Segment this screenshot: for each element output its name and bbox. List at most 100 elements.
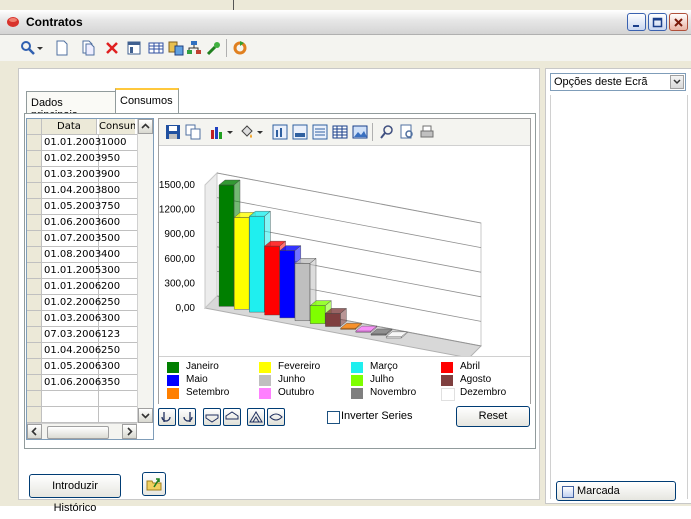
table-row[interactable]: 01.02.2006 250 bbox=[27, 295, 137, 311]
marcada-button[interactable]: Marcada bbox=[556, 481, 676, 501]
table-row[interactable]: 07.03.2006 123 bbox=[27, 327, 137, 343]
scroll-up-button[interactable] bbox=[138, 119, 153, 134]
table-row[interactable]: 01.01.2005 300 bbox=[27, 263, 137, 279]
scroll-right-button[interactable] bbox=[122, 424, 137, 439]
table-row[interactable]: 01.02.2003 950 bbox=[27, 151, 137, 167]
rotate-right-button[interactable] bbox=[178, 408, 196, 426]
cell-consumo[interactable]: 500 bbox=[99, 231, 135, 246]
maximize-button[interactable] bbox=[648, 13, 667, 31]
scroll-down-button[interactable] bbox=[138, 408, 153, 423]
cell-consumo[interactable]: 300 bbox=[99, 359, 135, 374]
cell-data[interactable] bbox=[42, 407, 99, 422]
row-selector[interactable] bbox=[27, 375, 42, 390]
new-document-icon[interactable] bbox=[54, 40, 70, 56]
cell-data[interactable]: 01.04.2003 bbox=[42, 183, 101, 198]
title-bar[interactable]: Contratos bbox=[0, 10, 691, 35]
cell-consumo[interactable]: 300 bbox=[99, 311, 135, 326]
row-selector[interactable] bbox=[27, 343, 42, 358]
column-header-consumo[interactable]: Consumo bbox=[99, 119, 135, 134]
cell-data[interactable]: 01.05.2003 bbox=[42, 199, 101, 214]
row-selector[interactable] bbox=[27, 247, 42, 262]
tilt-up-button[interactable] bbox=[223, 408, 241, 426]
table-row[interactable]: 01.03.2006 300 bbox=[27, 311, 137, 327]
scroll-thumb[interactable] bbox=[47, 426, 109, 439]
cell-data[interactable]: 01.05.2006 bbox=[42, 359, 101, 374]
open-button[interactable] bbox=[142, 472, 166, 496]
cell-data[interactable]: 01.08.2003 bbox=[42, 247, 101, 262]
row-selector[interactable] bbox=[27, 215, 42, 230]
view-icon-2[interactable] bbox=[292, 124, 308, 140]
row-selector[interactable] bbox=[27, 311, 42, 326]
delete-icon[interactable] bbox=[104, 40, 120, 56]
table-row[interactable]: 01.07.2003 500 bbox=[27, 231, 137, 247]
perspective-up-button[interactable] bbox=[247, 408, 265, 426]
row-selector[interactable] bbox=[27, 183, 42, 198]
cell-consumo[interactable]: 600 bbox=[99, 215, 135, 230]
cell-consumo[interactable]: 300 bbox=[99, 263, 135, 278]
cell-data[interactable]: 01.02.2006 bbox=[42, 295, 101, 310]
table-row[interactable]: 01.05.2006 300 bbox=[27, 359, 137, 375]
view-icon-1[interactable] bbox=[272, 124, 288, 140]
copy-document-icon[interactable] bbox=[80, 40, 96, 56]
cell-data[interactable]: 01.03.2003 bbox=[42, 167, 101, 182]
row-selector[interactable] bbox=[27, 263, 42, 278]
search-icon[interactable] bbox=[20, 40, 36, 56]
table-row[interactable]: 01.08.2003 400 bbox=[27, 247, 137, 263]
grid-horizontal-scrollbar[interactable] bbox=[27, 423, 137, 439]
introduzir-historico-button[interactable]: Introduzir Histórico bbox=[29, 474, 121, 514]
print-icon[interactable] bbox=[419, 124, 435, 140]
table-row[interactable]: 01.01.2006 200 bbox=[27, 279, 137, 295]
row-selector[interactable] bbox=[27, 407, 42, 422]
refresh-icon[interactable] bbox=[232, 40, 248, 56]
cell-consumo[interactable]: 400 bbox=[99, 247, 135, 262]
grid-vertical-scrollbar[interactable] bbox=[137, 119, 153, 423]
zoom-icon[interactable] bbox=[379, 124, 395, 140]
row-selector[interactable] bbox=[27, 279, 42, 294]
row-selector[interactable] bbox=[27, 359, 42, 374]
table-row[interactable]: 01.06.2006 350 bbox=[27, 375, 137, 391]
consumos-grid[interactable]: DataConsumo01.01.2003100001.02.200395001… bbox=[26, 118, 154, 440]
cell-consumo[interactable]: 900 bbox=[99, 167, 135, 182]
table-row[interactable]: 01.04.2003 800 bbox=[27, 183, 137, 199]
image-icon[interactable] bbox=[352, 124, 368, 140]
table-row[interactable]: 01.05.2003 750 bbox=[27, 199, 137, 215]
paint-icon[interactable] bbox=[239, 124, 255, 140]
properties-icon[interactable] bbox=[126, 40, 142, 56]
minimize-button[interactable] bbox=[627, 13, 646, 31]
save-icon[interactable] bbox=[165, 124, 181, 140]
tools-icon[interactable] bbox=[206, 40, 222, 56]
cell-data[interactable]: 01.04.2006 bbox=[42, 343, 101, 358]
cell-consumo[interactable] bbox=[99, 391, 135, 406]
data-table-icon[interactable] bbox=[332, 124, 348, 140]
tab-dados-principais[interactable]: Dados principais bbox=[26, 91, 116, 121]
print-preview-icon[interactable] bbox=[399, 124, 415, 140]
cell-data[interactable]: 01.06.2003 bbox=[42, 215, 101, 230]
cell-consumo[interactable]: 200 bbox=[99, 279, 135, 294]
cell-data[interactable]: 01.01.2005 bbox=[42, 263, 101, 278]
view-icon-3[interactable] bbox=[312, 124, 328, 140]
cell-consumo[interactable]: 250 bbox=[99, 343, 135, 358]
cell-consumo[interactable]: 123 bbox=[99, 327, 135, 342]
cell-data[interactable]: 01.03.2006 bbox=[42, 311, 101, 326]
close-button[interactable] bbox=[669, 13, 688, 31]
column-header-data[interactable]: Data bbox=[42, 119, 97, 134]
cell-consumo[interactable]: 750 bbox=[99, 199, 135, 214]
chart-type-icon[interactable] bbox=[209, 124, 225, 140]
cell-data[interactable]: 01.06.2006 bbox=[42, 375, 101, 390]
cell-data[interactable]: 07.03.2006 bbox=[42, 327, 101, 342]
reset-button[interactable]: Reset bbox=[456, 406, 530, 427]
rotate-left-button[interactable] bbox=[158, 408, 176, 426]
tilt-down-button[interactable] bbox=[203, 408, 221, 426]
chart-type-dropdown-icon[interactable] bbox=[226, 124, 234, 140]
opcoes-select[interactable]: Opções deste Ecrã bbox=[550, 73, 686, 91]
table-icon[interactable] bbox=[148, 40, 164, 56]
table-row[interactable]: 01.01.2003 1000 bbox=[27, 135, 137, 151]
row-selector[interactable] bbox=[27, 327, 42, 342]
table-row[interactable]: 01.06.2003 600 bbox=[27, 215, 137, 231]
cell-consumo[interactable]: 950 bbox=[99, 151, 135, 166]
cell-data[interactable] bbox=[42, 391, 99, 406]
cell-consumo[interactable]: 350 bbox=[99, 375, 135, 390]
table-row[interactable] bbox=[27, 391, 137, 407]
perspective-down-button[interactable] bbox=[267, 408, 285, 426]
cell-consumo[interactable]: 250 bbox=[99, 295, 135, 310]
